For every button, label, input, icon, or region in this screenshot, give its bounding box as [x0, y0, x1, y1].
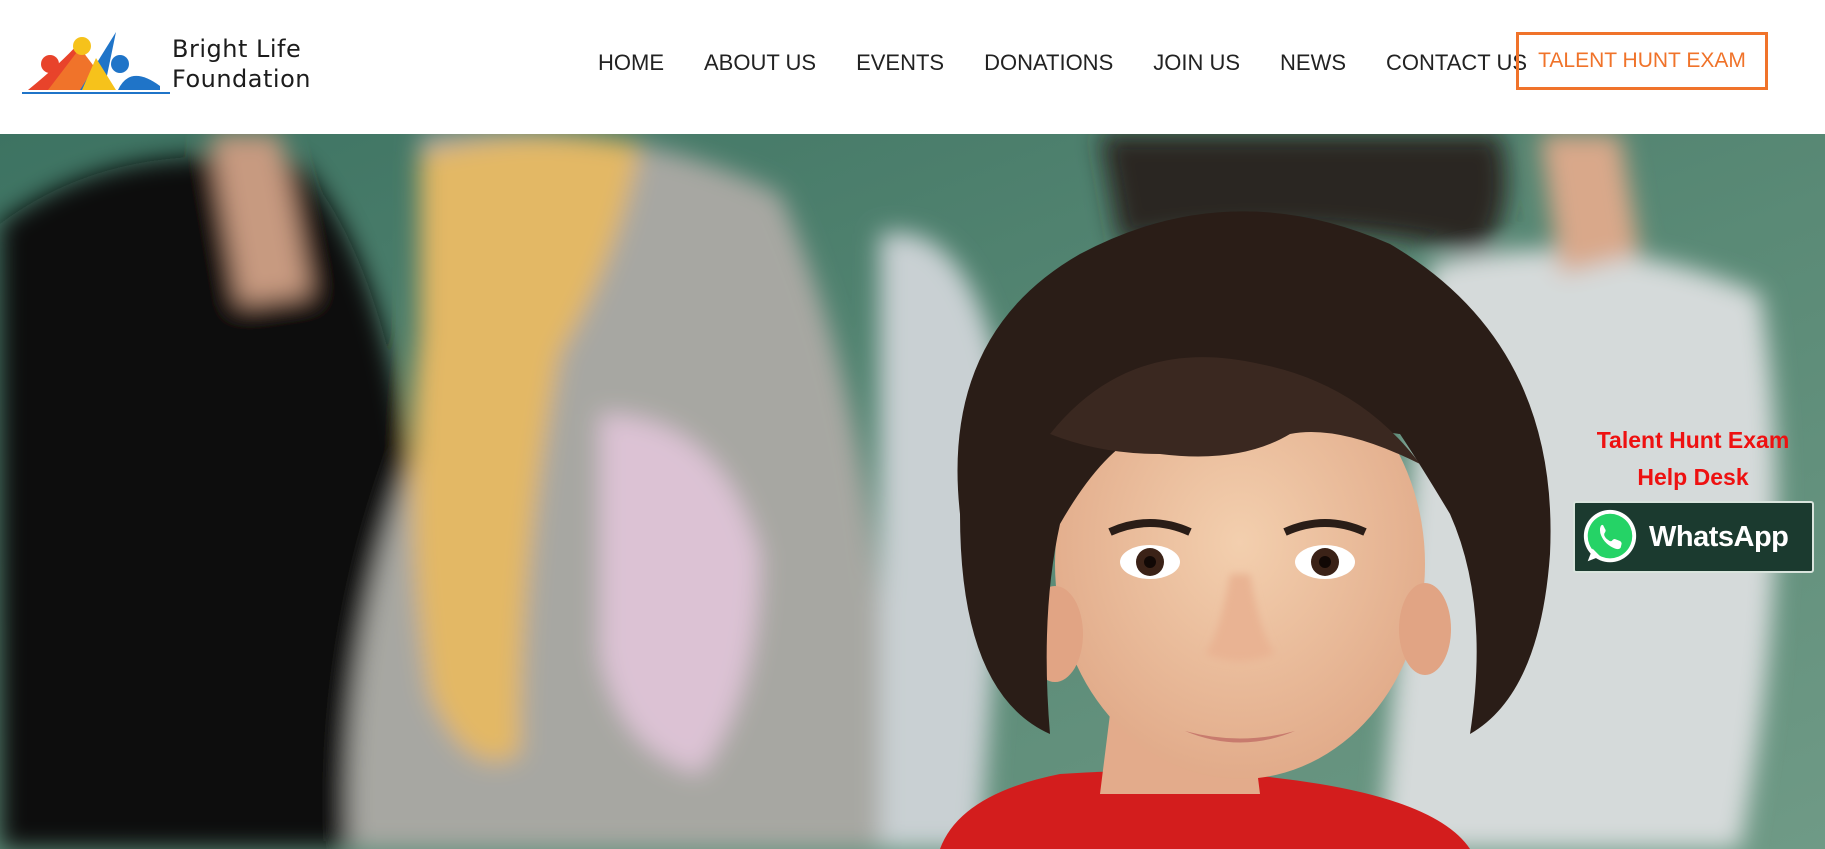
whatsapp-button[interactable]: WhatsApp: [1573, 501, 1814, 573]
main-nav: HOME ABOUT US EVENTS DONATIONS JOIN US N…: [598, 48, 1527, 78]
hero-banner: [0, 134, 1825, 849]
nav-about-us[interactable]: ABOUT US: [704, 48, 816, 78]
site-logo[interactable]: Bright Life Foundation: [20, 24, 330, 96]
talent-hunt-exam-button[interactable]: TALENT HUNT EXAM: [1516, 32, 1768, 90]
logo-text: Bright Life Foundation: [172, 34, 311, 94]
whatsapp-label: WhatsApp: [1649, 520, 1789, 553]
nav-donations[interactable]: DONATIONS: [984, 48, 1113, 78]
help-desk-line2: Help Desk: [1637, 464, 1749, 490]
brand-name-line1: Bright Life: [172, 35, 302, 63]
logo-mark-icon: [22, 32, 170, 94]
nav-home[interactable]: HOME: [598, 48, 664, 78]
help-desk-line1: Talent Hunt Exam: [1596, 427, 1790, 453]
nav-join-us[interactable]: JOIN US: [1153, 48, 1240, 78]
nav-contact-us[interactable]: CONTACT US: [1386, 48, 1527, 78]
help-desk-heading: Talent Hunt Exam Help Desk: [1572, 422, 1814, 496]
hero-photo: [0, 134, 1825, 849]
nav-news[interactable]: NEWS: [1280, 48, 1346, 78]
whatsapp-icon: [1583, 509, 1637, 563]
brand-name-line2: Foundation: [172, 65, 311, 93]
site-header: Bright Life Foundation HOME ABOUT US EVE…: [0, 0, 1825, 134]
nav-events[interactable]: EVENTS: [856, 48, 944, 78]
